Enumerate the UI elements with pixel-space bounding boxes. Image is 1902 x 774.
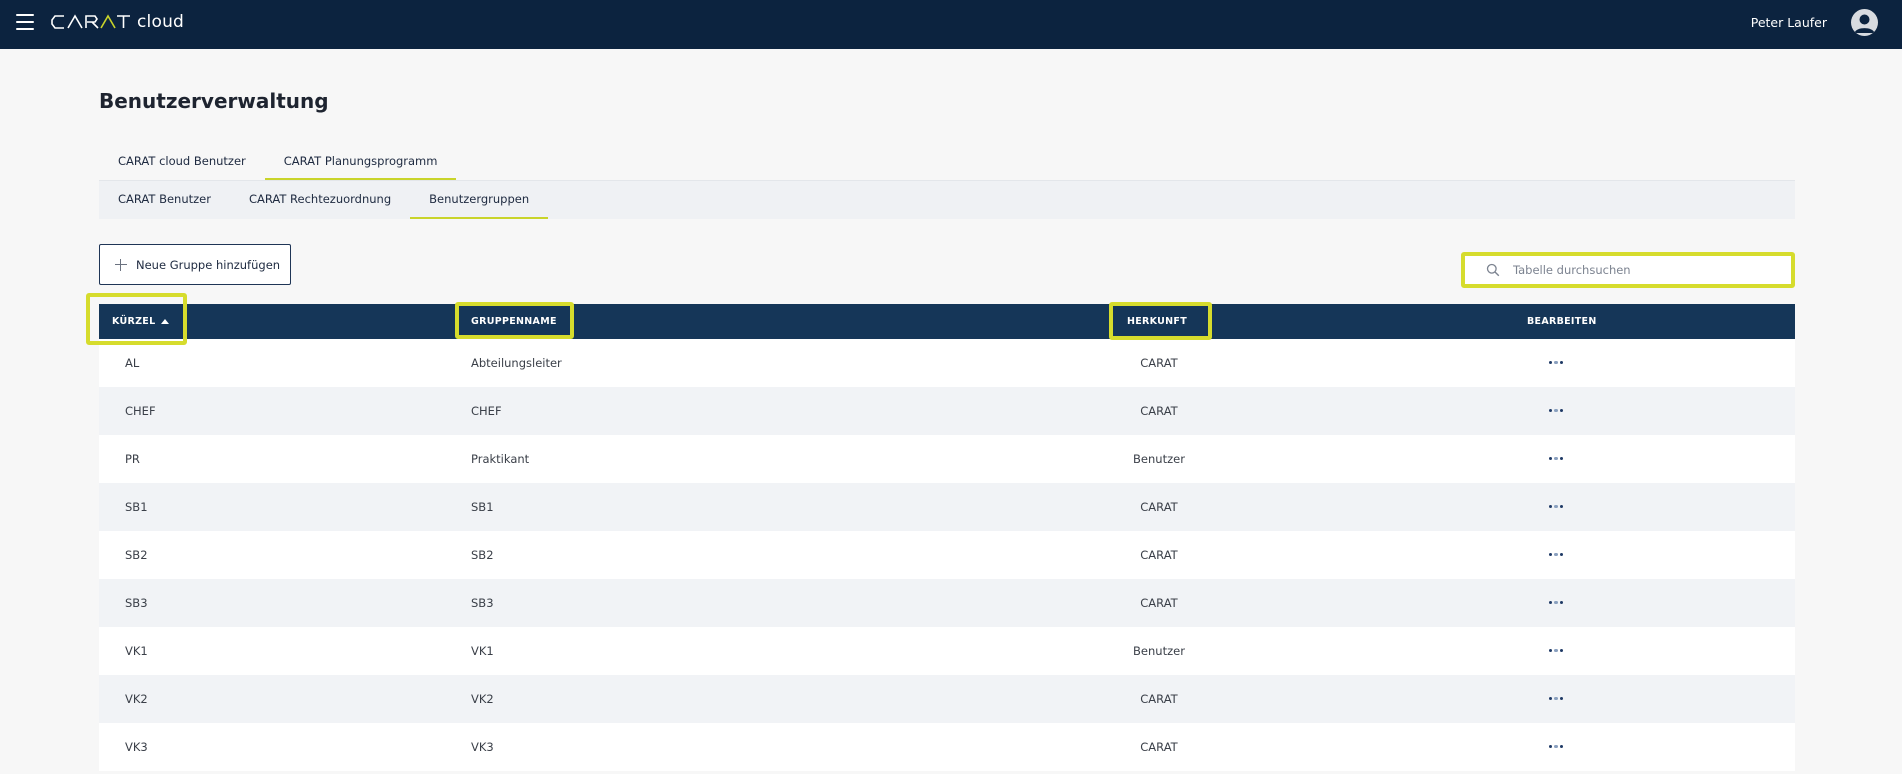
cell-herkunft: Benutzer (1133, 644, 1185, 658)
logo-suffix: cloud (137, 12, 185, 32)
more-options-icon[interactable] (1549, 649, 1564, 653)
top-app-bar: cloud Peter Laufer (0, 0, 1902, 49)
table-body: AL Abteilungsleiter CARAT CHEF CHEF CARAT PR Pr… (99, 339, 1795, 771)
more-options-icon[interactable] (1549, 457, 1564, 461)
table-row[interactable]: VK2 VK2 CARAT (99, 675, 1795, 723)
cell-kuerzel: VK2 (125, 692, 148, 706)
cell-herkunft: CARAT (1140, 500, 1178, 514)
column-label-herkunft: HERKUNFT (1127, 316, 1187, 327)
table-row[interactable]: VK1 VK1 Benutzer (99, 627, 1795, 675)
hamburger-menu-icon[interactable] (16, 14, 34, 30)
cell-herkunft: CARAT (1140, 356, 1178, 370)
user-name[interactable]: Peter Laufer (1751, 15, 1827, 30)
tab-carat-rechtezuordnung[interactable]: CARAT Rechtezuordnung (230, 181, 410, 219)
table-row[interactable]: VK3 VK3 CARAT (99, 723, 1795, 771)
more-options-icon[interactable] (1549, 505, 1564, 509)
tab-carat-benutzer[interactable]: CARAT Benutzer (99, 181, 230, 219)
cell-gruppenname: SB3 (471, 596, 494, 610)
cell-kuerzel: SB2 (125, 548, 148, 562)
column-header-kuerzel[interactable]: KÜRZEL (112, 304, 170, 339)
cell-gruppenname: VK1 (471, 644, 494, 658)
secondary-tabs: CARAT Benutzer CARAT Rechtezuordnung Ben… (99, 180, 1795, 219)
table-row[interactable]: SB2 SB2 CARAT (99, 531, 1795, 579)
cell-herkunft: CARAT (1140, 692, 1178, 706)
cell-kuerzel: VK3 (125, 740, 148, 754)
more-options-icon[interactable] (1549, 553, 1564, 557)
table-header: KÜRZEL GRUPPENNAME HERKUNFT BEARBEITEN (99, 304, 1795, 339)
table-row[interactable]: AL Abteilungsleiter CARAT (99, 339, 1795, 387)
cell-kuerzel: VK1 (125, 644, 148, 658)
column-label-bearbeiten: BEARBEITEN (1527, 316, 1597, 327)
cell-gruppenname: Praktikant (471, 452, 530, 466)
cell-kuerzel: PR (125, 452, 140, 466)
add-group-button[interactable]: Neue Gruppe hinzufügen (99, 244, 291, 285)
tab-carat-cloud-benutzer[interactable]: CARAT cloud Benutzer (99, 150, 265, 180)
groups-table: KÜRZEL GRUPPENNAME HERKUNFT BEARBEITEN A… (99, 304, 1795, 771)
search-icon (1485, 262, 1501, 278)
plus-icon (114, 258, 128, 272)
tab-carat-planungsprogramm[interactable]: CARAT Planungsprogramm (264, 150, 457, 180)
column-header-gruppenname[interactable]: GRUPPENNAME (471, 304, 557, 339)
sort-ascending-icon (161, 319, 170, 324)
carat-logo-icon (51, 14, 130, 29)
column-label-kuerzel: KÜRZEL (112, 316, 156, 327)
cell-gruppenname: SB2 (471, 548, 494, 562)
cell-gruppenname: CHEF (471, 404, 502, 418)
cell-herkunft: CARAT (1140, 404, 1178, 418)
table-row[interactable]: CHEF CHEF CARAT (99, 387, 1795, 435)
cell-herkunft: CARAT (1140, 548, 1178, 562)
cell-gruppenname: VK2 (471, 692, 494, 706)
column-header-bearbeiten: BEARBEITEN (1527, 304, 1597, 339)
cell-kuerzel: SB1 (125, 500, 148, 514)
table-search[interactable] (1461, 252, 1795, 288)
cell-gruppenname: VK3 (471, 740, 494, 754)
cell-kuerzel: AL (125, 356, 140, 370)
cell-herkunft: CARAT (1140, 596, 1178, 610)
column-label-gruppenname: GRUPPENNAME (471, 316, 557, 327)
tab-benutzergruppen[interactable]: Benutzergruppen (410, 181, 549, 219)
app-logo[interactable]: cloud (51, 12, 184, 32)
more-options-icon[interactable] (1549, 601, 1564, 605)
table-row[interactable]: SB1 SB1 CARAT (99, 483, 1795, 531)
more-options-icon[interactable] (1549, 745, 1564, 749)
more-options-icon[interactable] (1549, 697, 1564, 701)
add-group-label: Neue Gruppe hinzufügen (136, 257, 281, 272)
table-row[interactable]: PR Praktikant Benutzer (99, 435, 1795, 483)
search-input[interactable] (1513, 263, 1773, 277)
cell-gruppenname: SB1 (471, 500, 494, 514)
user-avatar-icon[interactable] (1851, 9, 1878, 36)
table-row[interactable]: SB3 SB3 CARAT (99, 579, 1795, 627)
cell-kuerzel: CHEF (125, 404, 156, 418)
more-options-icon[interactable] (1549, 361, 1564, 365)
column-header-herkunft[interactable]: HERKUNFT (1127, 304, 1187, 339)
cell-herkunft: Benutzer (1133, 452, 1185, 466)
primary-tabs: CARAT cloud Benutzer CARAT Planungsprogr… (99, 150, 457, 180)
more-options-icon[interactable] (1549, 409, 1564, 413)
cell-kuerzel: SB3 (125, 596, 148, 610)
cell-herkunft: CARAT (1140, 740, 1178, 754)
cell-gruppenname: Abteilungsleiter (471, 356, 562, 370)
page-title: Benutzerverwaltung (99, 89, 329, 113)
